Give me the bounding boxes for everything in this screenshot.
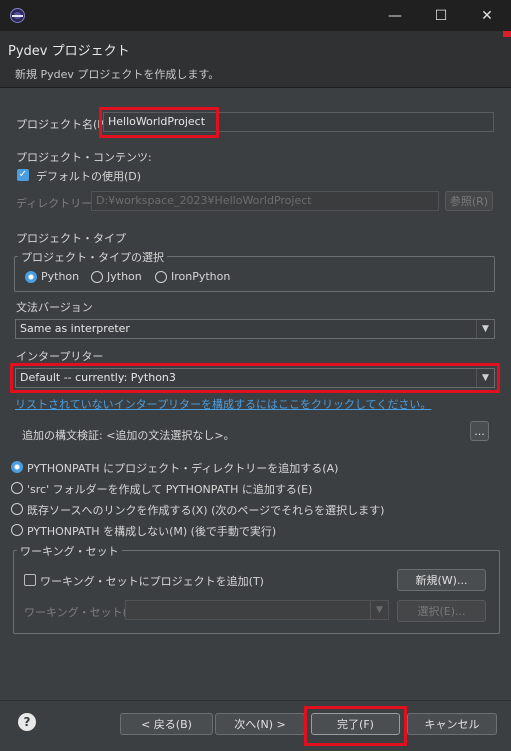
page-title: Pydev プロジェクト [8, 44, 130, 59]
highlight-project-name [99, 107, 219, 138]
add-working-set-checkbox[interactable] [24, 574, 36, 586]
radio-link-existing[interactable] [11, 503, 23, 515]
back-button[interactable]: < 戻る(B) [120, 713, 213, 735]
highlight-interpreter [10, 363, 500, 393]
eclipse-icon [10, 8, 25, 23]
highlight-finish [304, 706, 407, 746]
use-default-checkbox[interactable] [17, 169, 29, 181]
next-button[interactable]: 次へ(N) > [215, 713, 305, 735]
select-working-set-button[interactable]: 選択(E)... [397, 600, 486, 622]
minimize-button[interactable]: — [372, 0, 418, 31]
grammar-version-select[interactable]: Same as interpreter ▼ [15, 319, 495, 339]
project-type-group-title: プロジェクト・タイプの選択 [18, 249, 167, 265]
project-type-label: プロジェクト・タイプ [16, 232, 126, 245]
grammar-version-value: Same as interpreter [20, 322, 130, 335]
radio-ironpython-label: IronPython [171, 270, 231, 283]
chevron-down-icon: ▼ [370, 601, 388, 619]
syntax-more-button[interactable]: ... [470, 421, 489, 441]
radio-python[interactable] [25, 271, 37, 283]
error-marker [503, 31, 511, 37]
maximize-button[interactable]: ☐ [418, 0, 464, 31]
help-icon[interactable]: ? [18, 713, 36, 731]
directory-input[interactable]: D:¥workspace_2023¥HelloWorldProject [91, 191, 439, 211]
radio-create-src-label: 'src' フォルダーを作成して PYTHONPATH に追加する(E) [27, 483, 313, 496]
radio-create-src[interactable] [11, 482, 23, 494]
browse-button[interactable]: 参照(R) [445, 191, 493, 211]
interpreter-label: インタープリター [16, 350, 104, 363]
radio-no-pythonpath-label: PYTHONPATH を構成しない(M) (後で手動で実行) [27, 525, 277, 538]
radio-python-label: Python [41, 270, 80, 283]
radio-jython[interactable] [91, 271, 103, 283]
page-description: 新規 Pydev プロジェクトを作成します。 [15, 68, 220, 81]
radio-add-project-dir[interactable] [11, 461, 23, 473]
radio-jython-label: Jython [107, 270, 142, 283]
configure-interpreter-link[interactable]: リストされていないインタープリターを構成するにはここをクリックしてください。 [15, 396, 431, 412]
radio-ironpython[interactable] [155, 271, 167, 283]
add-working-set-label: ワーキング・セットにプロジェクトを追加(T) [40, 575, 264, 588]
new-working-set-button[interactable]: 新規(W)... [397, 569, 486, 591]
grammar-version-label: 文法バージョン [16, 301, 93, 314]
working-set-group-title: ワーキング・セット [17, 543, 122, 559]
project-contents-label: プロジェクト・コンテンツ: [16, 151, 152, 164]
cancel-button[interactable]: キャンセル [407, 713, 497, 735]
project-name-label: プロジェクト名(P): [16, 118, 112, 131]
use-default-label: デフォルトの使用(D) [36, 170, 142, 183]
close-button[interactable]: ✕ [464, 0, 510, 31]
radio-add-project-dir-label: PYTHONPATH にプロジェクト・ディレクトリーを追加する(A) [27, 462, 339, 475]
radio-link-existing-label: 既存ソースへのリンクを作成する(X) (次のページでそれらを選択します) [27, 504, 385, 517]
syntax-validation-label: 追加の構文検証: <追加の文法選択なし>。 [22, 429, 235, 442]
working-set-select[interactable]: ▼ [125, 600, 389, 620]
chevron-down-icon: ▼ [476, 320, 494, 338]
radio-no-pythonpath[interactable] [11, 524, 23, 536]
